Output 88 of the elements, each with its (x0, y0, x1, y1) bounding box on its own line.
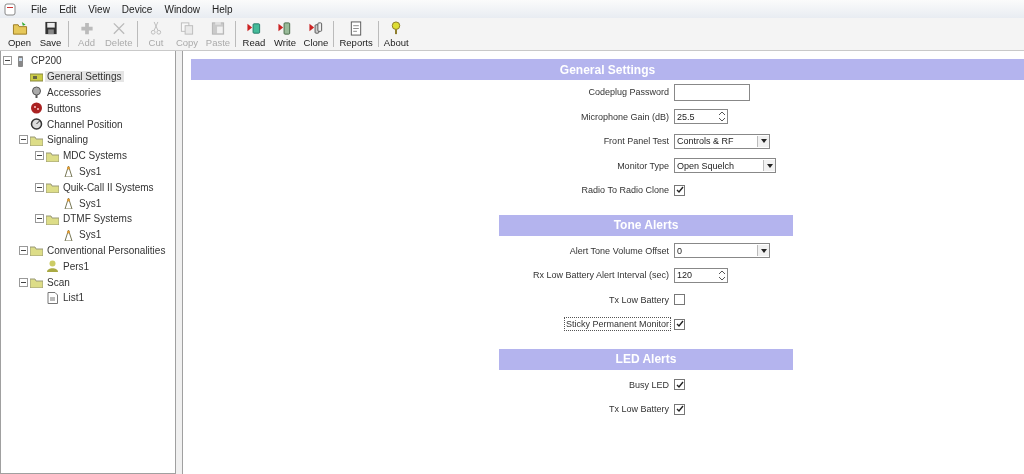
number-spinner[interactable]: 120 (674, 267, 728, 283)
checkbox[interactable] (674, 379, 685, 391)
spin-arrows-icon (717, 269, 727, 281)
tree-item[interactable]: Sys1 (77, 229, 104, 241)
folder-icon (30, 276, 43, 289)
field-label: Rx Low Battery Alert Interval (sec) (531, 269, 670, 283)
tree-item[interactable]: Sys1 (77, 165, 104, 177)
field-label: Front Panel Test (602, 135, 670, 149)
field-label: Alert Tone Volume Offset (568, 244, 670, 258)
tree-item[interactable]: DTMF Systems (61, 213, 134, 225)
plus-icon (78, 20, 95, 36)
tree-item[interactable]: Pers1 (61, 260, 92, 272)
field-label: Busy LED (627, 378, 670, 392)
tree-item[interactable]: Quik-Call II Systems (61, 181, 156, 193)
checkbox[interactable] (674, 403, 685, 415)
antenna-icon (62, 228, 75, 241)
menu-item[interactable]: View (83, 3, 115, 15)
tree-item[interactable]: Buttons (45, 102, 83, 114)
toolbar-button[interactable]: Read (238, 18, 270, 50)
menu-item[interactable]: Help (207, 3, 238, 15)
menu-item[interactable]: Edit (54, 3, 82, 15)
field-label: Codeplug Password (587, 86, 670, 100)
menu-item[interactable]: Window (159, 3, 205, 15)
caret-icon (760, 248, 767, 253)
write-icon (276, 20, 293, 36)
caret-icon (760, 139, 767, 144)
dropdown[interactable]: 0 (674, 243, 770, 259)
collapse-icon[interactable] (19, 245, 28, 255)
collapse-icon[interactable] (35, 151, 44, 161)
tree-item[interactable]: General Settings (45, 71, 124, 83)
toolbar-button[interactable]: Save (35, 18, 66, 50)
tree-item[interactable]: Accessories (45, 87, 103, 98)
clipboard-icon (209, 20, 226, 36)
tree-item[interactable]: List1 (61, 292, 87, 304)
antenna-icon (62, 165, 75, 178)
section-header: General Settings (191, 59, 1024, 80)
person-icon (46, 260, 59, 273)
collapse-icon[interactable] (35, 182, 44, 192)
toolbar-button[interactable]: About (380, 18, 412, 50)
spin-arrows-icon (717, 111, 727, 123)
collapse-icon[interactable] (3, 56, 12, 66)
section-header: LED Alerts (499, 348, 793, 370)
tree-item[interactable]: Scan (45, 276, 72, 288)
caret-icon (766, 163, 773, 168)
tree-item[interactable]: Channel Position (45, 118, 125, 130)
app-icon (4, 2, 16, 16)
folder-icon (30, 244, 43, 257)
checkbox[interactable] (674, 184, 685, 196)
antenna-icon (62, 197, 75, 210)
tree-item[interactable]: MDC Systems (61, 150, 129, 162)
document-icon (46, 291, 59, 304)
tree-item[interactable]: CP200 (29, 55, 64, 67)
button-icon (30, 102, 43, 115)
dropdown[interactable]: Open Squelch (674, 158, 776, 174)
number-spinner[interactable]: 25.5 (674, 109, 728, 125)
tree-item[interactable]: Sys1 (77, 197, 104, 209)
read-icon (245, 20, 262, 36)
toolbar-button[interactable]: Open (4, 18, 35, 50)
field-label: Monitor Type (616, 159, 670, 173)
card-icon (30, 70, 43, 83)
field-label: Tx Low Battery (607, 403, 670, 417)
collapse-icon[interactable] (19, 277, 28, 287)
section-header: Tone Alerts (499, 214, 793, 236)
toolbar-button[interactable]: Write (269, 18, 301, 50)
toolbar-button[interactable]: Reports (336, 18, 376, 50)
password-field[interactable] (674, 83, 750, 101)
tree-item[interactable]: Conventional Personalities (45, 244, 168, 256)
dropdown[interactable]: Controls & RF (674, 133, 770, 149)
copy-icon (178, 20, 195, 36)
folder-icon (46, 212, 59, 225)
folder-icon (11, 20, 28, 36)
toolbar-button[interactable]: Clone (300, 18, 332, 50)
microphone-icon (30, 86, 43, 99)
checkbox[interactable] (674, 318, 685, 330)
field-label: Sticky Permanent Monitor (563, 317, 671, 332)
collapse-icon[interactable] (35, 214, 44, 224)
tree-item[interactable]: Signaling (45, 134, 91, 146)
collapse-icon[interactable] (19, 135, 28, 145)
field-label: Tx Low Battery (607, 293, 670, 307)
folder-icon (46, 181, 59, 194)
checkbox[interactable] (674, 294, 685, 306)
knob-icon (30, 118, 43, 131)
field-label: Radio To Radio Clone (580, 184, 670, 198)
field-label: Microphone Gain (dB) (579, 110, 670, 124)
folder-icon (30, 133, 43, 146)
menu-item[interactable]: File (26, 3, 53, 15)
menu-item[interactable]: Device (116, 3, 158, 15)
folder-icon (46, 149, 59, 162)
